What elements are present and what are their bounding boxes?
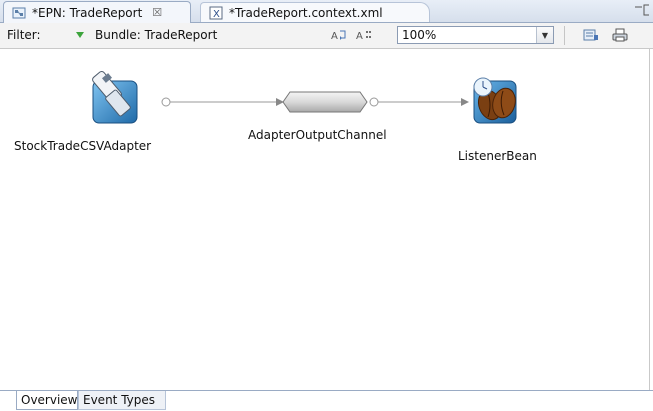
output-port[interactable] xyxy=(369,97,379,107)
node-label-adapter[interactable]: StockTradeCSVAdapter xyxy=(14,139,151,153)
grid-icon[interactable]: A xyxy=(356,28,372,42)
print-icon[interactable] xyxy=(612,28,628,42)
diagram-toolbar: Filter: Bundle: TradeReport A A 100% ▼ xyxy=(0,23,653,49)
tab-label: *EPN: TradeReport xyxy=(32,5,143,20)
close-icon[interactable]: ☒ xyxy=(152,6,162,19)
epn-diagram-canvas[interactable]: StockTradeCSVAdapter AdapterOutputChanne… xyxy=(0,49,653,390)
tab-overview[interactable]: Overview xyxy=(16,391,78,410)
chevron-down-icon[interactable]: ▼ xyxy=(536,27,553,43)
channel-icon[interactable] xyxy=(282,91,368,113)
zoom-value: 100% xyxy=(402,28,437,42)
bundle-filter[interactable]: Bundle: TradeReport xyxy=(95,28,217,42)
zoom-select[interactable]: 100% ▼ xyxy=(397,26,554,44)
filter-label: Filter: xyxy=(7,28,41,42)
epn-diagram-icon xyxy=(12,7,26,18)
bean-icon[interactable] xyxy=(473,77,519,124)
editor-tab-bar: *EPN: TradeReport ☒ X *TradeReport.conte… xyxy=(0,0,653,23)
canvas-edge xyxy=(649,49,650,390)
node-label-channel[interactable]: AdapterOutputChannel xyxy=(248,128,387,142)
output-port[interactable] xyxy=(161,97,171,107)
filter-dropdown-icon[interactable] xyxy=(75,31,85,39)
node-label-listener[interactable]: ListenerBean xyxy=(458,149,537,163)
svg-text:A: A xyxy=(356,31,363,42)
tab-label: *TradeReport.context.xml xyxy=(229,5,383,20)
tab-epn-tradereport[interactable]: *EPN: TradeReport ☒ xyxy=(3,1,191,23)
tab-context-xml[interactable]: X *TradeReport.context.xml xyxy=(200,2,430,22)
export-icon[interactable] xyxy=(583,28,599,42)
bottom-tab-bar: Overview Event Types xyxy=(0,390,653,411)
adapter-icon[interactable] xyxy=(91,70,138,124)
tab-event-types[interactable]: Event Types xyxy=(78,391,166,410)
toolbar-separator xyxy=(564,26,565,45)
arrowhead-icon xyxy=(461,98,469,106)
layout-icon[interactable]: A xyxy=(331,28,347,42)
svg-text:A: A xyxy=(331,31,338,42)
xml-file-icon: X xyxy=(209,6,223,20)
minimize-icon[interactable] xyxy=(633,3,649,17)
diagram-connections xyxy=(91,70,519,124)
svg-text:X: X xyxy=(213,9,220,20)
